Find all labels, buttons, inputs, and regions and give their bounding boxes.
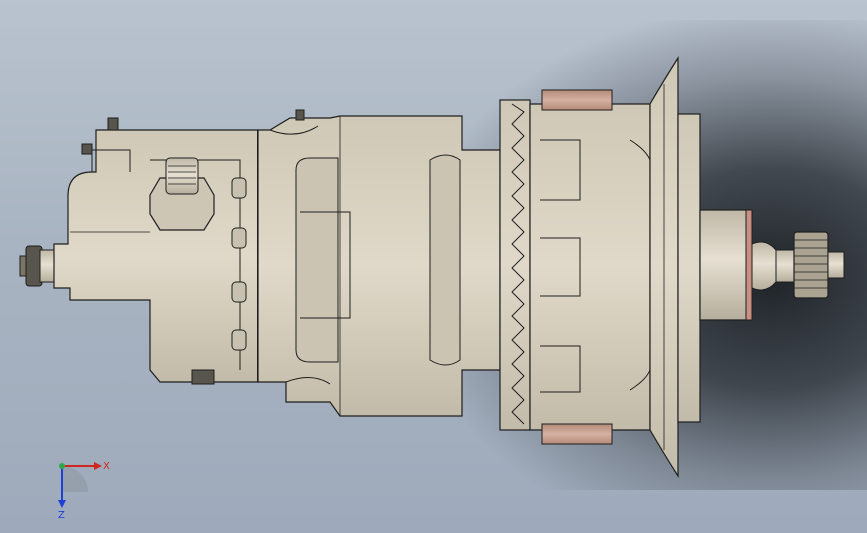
- rear-cover[interactable]: [53, 117, 259, 385]
- 3d-viewport[interactable]: X Z: [0, 0, 867, 533]
- gear-section[interactable]: [499, 99, 651, 431]
- x-axis-label: X: [103, 461, 110, 472]
- spline-gear[interactable]: [793, 231, 845, 299]
- x-axis-arrow-icon: [94, 462, 102, 470]
- mounting-flange[interactable]: [649, 55, 701, 479]
- gear-pump-model[interactable]: [0, 0, 867, 533]
- end-nut[interactable]: [19, 245, 55, 287]
- z-axis-label: Z: [58, 510, 65, 521]
- triad-plane: [62, 466, 88, 492]
- orientation-triad: X Z: [58, 461, 110, 521]
- output-shaft[interactable]: [699, 209, 795, 321]
- bottom-bearing-pad[interactable]: [541, 423, 613, 445]
- y-axis-dot-icon: [59, 463, 65, 469]
- z-axis-arrow-icon: [58, 500, 66, 508]
- top-bearing-pad[interactable]: [541, 89, 613, 111]
- center-housing[interactable]: [257, 109, 501, 417]
